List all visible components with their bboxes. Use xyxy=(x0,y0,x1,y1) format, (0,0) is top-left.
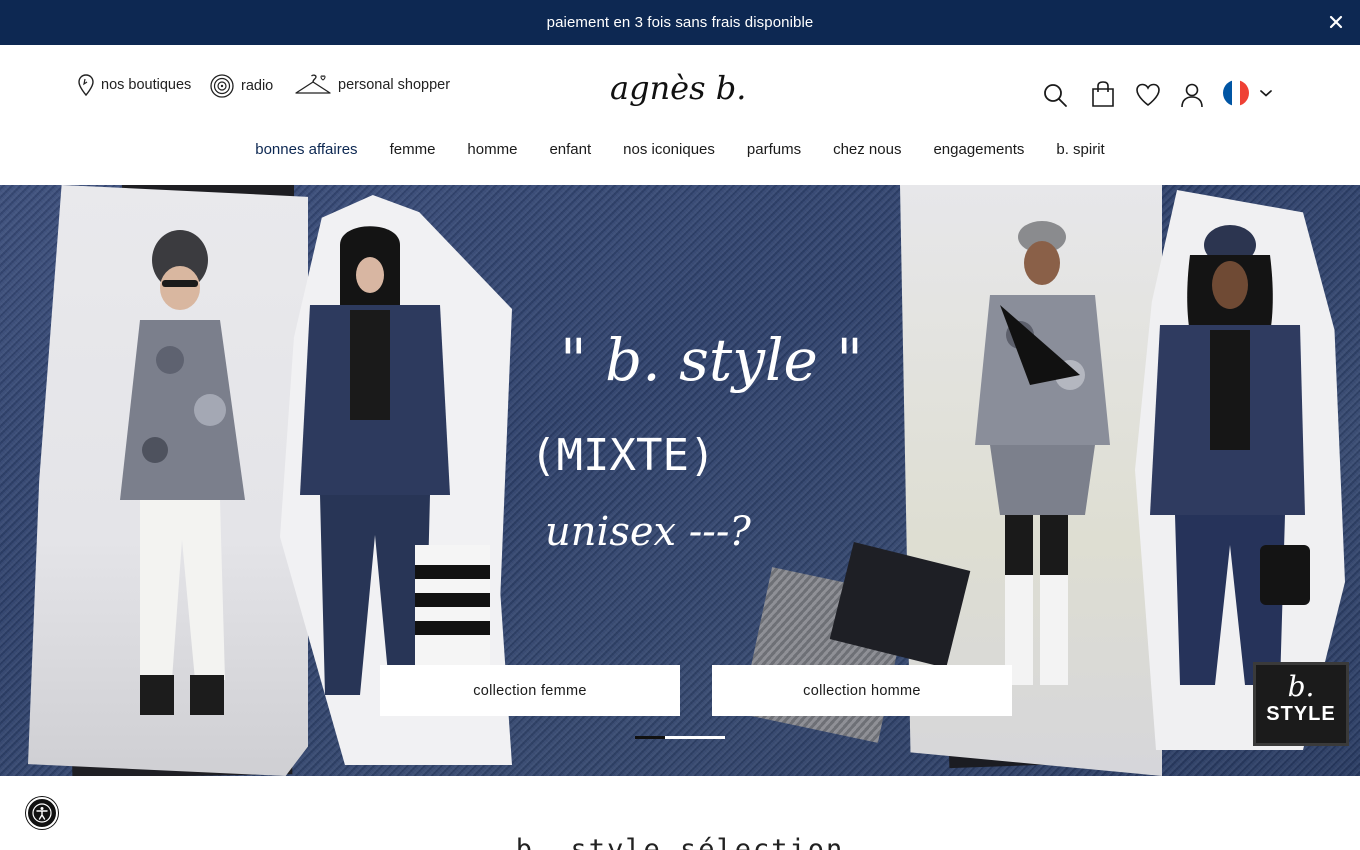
badge-style-text: STYLE xyxy=(1266,703,1336,725)
radio-label: radio xyxy=(241,78,274,94)
bag-icon[interactable] xyxy=(1089,80,1117,108)
heart-icon[interactable] xyxy=(1134,81,1162,109)
chevron-down-icon[interactable] xyxy=(1259,88,1273,98)
nav-item-nos-iconiques[interactable]: nos iconiques xyxy=(623,141,715,158)
hanger-icon xyxy=(295,74,331,94)
carousel-dot-1[interactable] xyxy=(635,736,665,739)
flag-white xyxy=(1231,80,1241,106)
location-pin-icon xyxy=(78,74,94,97)
nav-item-engagements[interactable]: engagements xyxy=(933,141,1024,158)
model-figure-3 xyxy=(975,221,1110,685)
close-icon[interactable] xyxy=(1326,12,1346,32)
carousel-indicators xyxy=(635,736,725,739)
stores-link[interactable]: nos boutiques xyxy=(77,73,191,97)
handwriting-line-1: " b. style " xyxy=(560,326,863,394)
language-flag[interactable] xyxy=(1223,80,1249,106)
nav-item-femme[interactable]: femme xyxy=(390,141,436,158)
collection-homme-button[interactable]: collection homme xyxy=(712,665,1012,716)
carousel-dot-2[interactable] xyxy=(665,736,725,739)
b-style-badge[interactable]: b. STYLE xyxy=(1253,662,1349,746)
nav-item-homme[interactable]: homme xyxy=(467,141,517,158)
flag-blue xyxy=(1223,80,1232,106)
nav-item-chez-nous[interactable]: chez nous xyxy=(833,141,901,158)
main-nav: bonnes affaires femme homme enfant nos i… xyxy=(0,141,1360,158)
hero-carousel[interactable]: " b. style " (MIXTE) unisex ---? collect… xyxy=(0,185,1360,776)
nav-item-parfums[interactable]: parfums xyxy=(747,141,801,158)
accessibility-icon xyxy=(32,803,52,823)
nav-item-enfant[interactable]: enfant xyxy=(549,141,591,158)
model-figure-4 xyxy=(1150,225,1310,685)
svg-text:agnès b.: agnès b. xyxy=(610,69,746,107)
hero-handwriting: " b. style " (MIXTE) unisex ---? xyxy=(530,326,863,555)
handwriting-line-3: unisex ---? xyxy=(545,509,751,555)
account-icon[interactable] xyxy=(1178,81,1206,109)
flag-red xyxy=(1240,80,1249,106)
nav-item-bonnes-affaires[interactable]: bonnes affaires xyxy=(255,141,357,158)
stores-label: nos boutiques xyxy=(101,77,192,93)
search-icon[interactable] xyxy=(1041,81,1069,109)
model-figure-1 xyxy=(120,230,245,715)
model-figure-2 xyxy=(300,226,490,695)
site-header: nos boutiques radio personal shopper agn… xyxy=(0,45,1360,185)
radio-spiral-icon xyxy=(210,74,234,98)
nav-item-b-spirit[interactable]: b. spirit xyxy=(1056,141,1104,158)
brand-logo[interactable]: agnès b. xyxy=(608,69,756,119)
promo-text: paiement en 3 fois sans frais disponible xyxy=(546,14,814,31)
section-title: b. style sélection xyxy=(515,834,845,850)
badge-b-text: b. xyxy=(1287,670,1315,703)
promo-banner: paiement en 3 fois sans frais disponible xyxy=(0,0,1360,45)
handwriting-line-2: (MIXTE) xyxy=(530,430,715,481)
accessibility-button[interactable] xyxy=(26,797,58,829)
collection-femme-button[interactable]: collection femme xyxy=(380,665,680,716)
personal-shopper-link[interactable]: personal shopper xyxy=(294,73,450,97)
radio-link[interactable]: radio xyxy=(209,73,273,99)
personal-shopper-label: personal shopper xyxy=(338,77,451,93)
